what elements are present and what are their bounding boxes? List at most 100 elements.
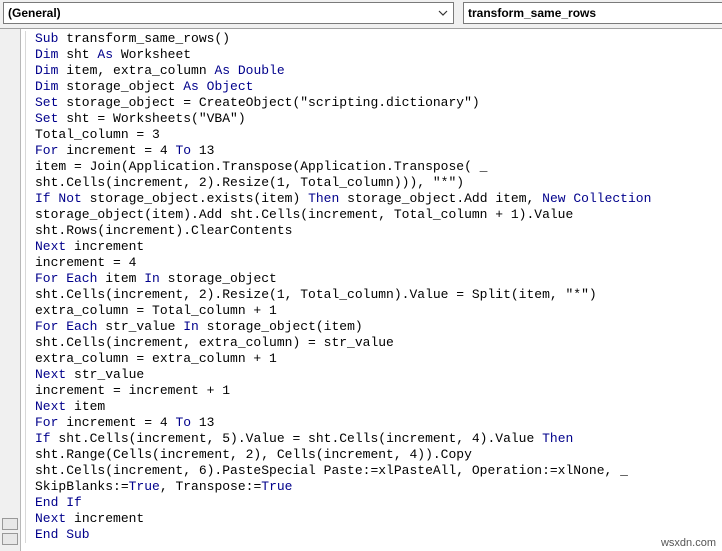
code-line[interactable]: If Not storage_object.exists(item) Then …	[35, 191, 722, 207]
keyword-token: Not	[58, 191, 82, 206]
keyword-token: Then	[308, 191, 340, 206]
code-token: sht.Rows(increment).ClearContents	[35, 223, 293, 238]
code-line[interactable]: Next item	[35, 399, 722, 415]
code-line[interactable]: For Each item In storage_object	[35, 271, 722, 287]
procedure-combo[interactable]: transform_same_rows	[463, 2, 722, 24]
keyword-token: Double	[237, 63, 285, 78]
code-line[interactable]: Total_column = 3	[35, 127, 722, 143]
code-token: increment = 4	[58, 143, 176, 158]
object-combo[interactable]: (General)	[3, 2, 454, 24]
code-token: str_value	[66, 367, 145, 382]
code-token: storage_object = CreateObject("scripting…	[58, 95, 480, 110]
code-line[interactable]: item = Join(Application.Transpose(Applic…	[35, 159, 722, 175]
code-token: storage_object	[58, 79, 184, 94]
code-line[interactable]: Next increment	[35, 511, 722, 527]
margin-indicator-bar[interactable]	[0, 29, 21, 551]
code-line[interactable]: For increment = 4 To 13	[35, 415, 722, 431]
code-line[interactable]: increment = increment + 1	[35, 383, 722, 399]
code-token: increment = 4	[58, 415, 176, 430]
keyword-token: Next	[35, 239, 67, 254]
code-token: increment = increment + 1	[35, 383, 231, 398]
code-line[interactable]: extra_column = extra_column + 1	[35, 351, 722, 367]
code-line[interactable]: sht.Cells(increment, 2).Resize(1, Total_…	[35, 175, 722, 191]
code-editor[interactable]: Sub transform_same_rows() Dim sht As Work…	[0, 28, 722, 551]
code-token: Total_column = 3	[35, 127, 160, 142]
keyword-token: For Each	[35, 319, 98, 334]
code-line[interactable]: increment = 4	[35, 255, 722, 271]
code-text-area[interactable]: Sub transform_same_rows() Dim sht As Work…	[25, 31, 722, 543]
keyword-token: As	[214, 63, 231, 78]
keyword-token: Dim	[35, 79, 59, 94]
keyword-token: Set	[35, 111, 59, 126]
code-token: increment = 4	[35, 255, 137, 270]
code-token: storage_object(item)	[198, 319, 363, 334]
code-token: SkipBlanks:=	[35, 479, 129, 494]
code-line[interactable]: Set sht = Worksheets("VBA")	[35, 111, 722, 127]
keyword-token: For Each	[35, 271, 98, 286]
full-module-view-icon[interactable]	[2, 533, 18, 545]
keyword-token: Then	[542, 431, 574, 446]
code-token: extra_column = extra_column + 1	[35, 351, 277, 366]
code-line[interactable]: sht.Cells(increment, 2).Resize(1, Total_…	[35, 287, 722, 303]
keyword-token: Next	[35, 399, 67, 414]
code-line[interactable]: SkipBlanks:=True, Transpose:=True	[35, 479, 722, 495]
code-line[interactable]: Next increment	[35, 239, 722, 255]
code-line[interactable]: For increment = 4 To 13	[35, 143, 722, 159]
code-token: item, extra_column	[58, 63, 215, 78]
code-line[interactable]: sht.Rows(increment).ClearContents	[35, 223, 722, 239]
code-token: str_value	[97, 319, 184, 334]
code-token: storage_object.exists(item)	[81, 191, 309, 206]
keyword-token: True	[261, 479, 293, 494]
code-token: sht.Cells(increment, 5).Value = sht.Cell…	[50, 431, 543, 446]
code-token: 13	[191, 415, 215, 430]
view-toggle-buttons	[2, 515, 18, 545]
keyword-token: End Sub	[35, 527, 90, 542]
code-line[interactable]: Sub transform_same_rows()	[35, 31, 722, 47]
keyword-token: End If	[35, 495, 82, 510]
code-token: Worksheet	[113, 47, 192, 62]
code-token: storage_object	[159, 271, 277, 286]
code-token: item	[66, 399, 106, 414]
code-line[interactable]: Dim storage_object As Object	[35, 79, 722, 95]
keyword-token: For	[35, 415, 59, 430]
keyword-token: Sub	[35, 31, 59, 46]
code-line[interactable]: For Each str_value In storage_object(ite…	[35, 319, 722, 335]
code-token: item	[97, 271, 145, 286]
code-line[interactable]: End Sub	[35, 527, 722, 543]
keyword-token: In	[144, 271, 160, 286]
code-line[interactable]: End If	[35, 495, 722, 511]
code-token: storage_object(item).Add sht.Cells(incre…	[35, 207, 574, 222]
keyword-token: Collection	[573, 191, 652, 206]
code-token: item = Join(Application.Transpose(Applic…	[35, 159, 488, 174]
code-line[interactable]: If sht.Cells(increment, 5).Value = sht.C…	[35, 431, 722, 447]
code-token: increment	[66, 239, 145, 254]
keyword-token: True	[128, 479, 160, 494]
keyword-token: Next	[35, 367, 67, 382]
code-token: , Transpose:=	[159, 479, 262, 494]
code-token: 13	[191, 143, 215, 158]
code-line[interactable]: Next str_value	[35, 367, 722, 383]
keyword-token: For	[35, 143, 59, 158]
keyword-token: As	[97, 47, 114, 62]
chevron-down-icon[interactable]	[433, 3, 453, 23]
code-token: sht	[58, 47, 98, 62]
code-token: sht.Cells(increment, 2).Resize(1, Total_…	[35, 175, 465, 190]
code-token: transform_same_rows()	[58, 31, 231, 46]
procedure-combo-value: transform_same_rows	[468, 6, 597, 20]
code-line[interactable]: storage_object(item).Add sht.Cells(incre…	[35, 207, 722, 223]
keyword-token: To	[175, 143, 192, 158]
code-line[interactable]: extra_column = Total_column + 1	[35, 303, 722, 319]
procedure-view-icon[interactable]	[2, 518, 18, 530]
code-line[interactable]: Set storage_object = CreateObject("scrip…	[35, 95, 722, 111]
code-line[interactable]: Dim item, extra_column As Double	[35, 63, 722, 79]
keyword-token: New	[542, 191, 566, 206]
code-line[interactable]: sht.Range(Cells(increment, 2), Cells(inc…	[35, 447, 722, 463]
code-line[interactable]: sht.Cells(increment, extra_column) = str…	[35, 335, 722, 351]
code-token: sht = Worksheets("VBA")	[58, 111, 246, 126]
keyword-token: If	[35, 431, 51, 446]
code-line[interactable]: Dim sht As Worksheet	[35, 47, 722, 63]
code-line[interactable]: sht.Cells(increment, 6).PasteSpecial Pas…	[35, 463, 722, 479]
keyword-token: Dim	[35, 63, 59, 78]
